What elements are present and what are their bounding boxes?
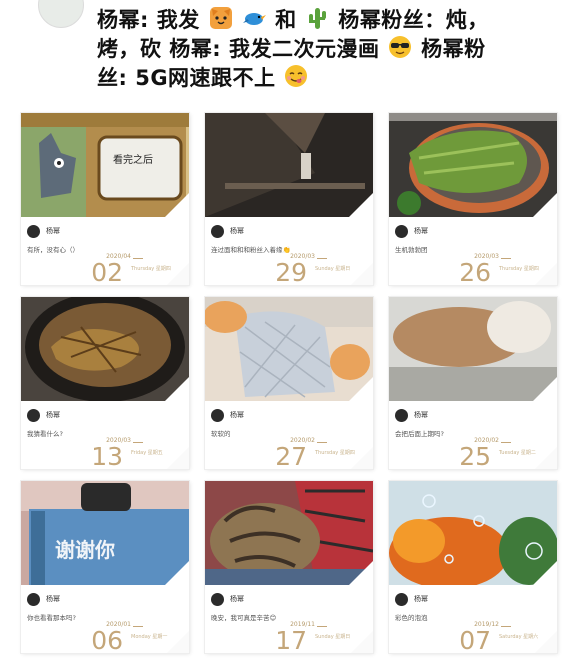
photo-dark-room-corner[interactable]	[205, 113, 373, 217]
savoring-food-emoji-icon	[285, 65, 308, 87]
card-day: 26	[459, 258, 491, 285]
page-fold-decoration	[533, 377, 557, 401]
card-author: 杨幂	[27, 223, 60, 239]
card-day: 07	[459, 626, 491, 653]
card-day: 02	[91, 258, 123, 285]
avatar[interactable]	[211, 592, 224, 606]
card-author: 杨幂	[395, 591, 428, 607]
date-divider	[133, 626, 143, 627]
avatar[interactable]	[395, 224, 408, 238]
post-text-line1b: 和	[275, 8, 297, 32]
avatar[interactable]	[395, 592, 408, 606]
post-body-text: 杨幂: 我发 和 杨幂粉丝：炖， 烤，砍 杨幂: 我发二次元漫画 杨幂粉 丝: …	[97, 6, 567, 93]
photo-card[interactable]: 杨幂 会把后面上期吗? 2020/02 25 Tuesday 星期二	[389, 297, 557, 469]
post-text-line1c: 杨幂粉丝：炖，	[338, 8, 489, 32]
card-caption: 有所，没有心（）	[27, 246, 79, 254]
card-author: 杨幂	[395, 223, 428, 239]
card-author: 杨幂	[211, 591, 244, 607]
date-divider	[133, 442, 143, 443]
poster-avatar[interactable]	[38, 0, 84, 28]
card-weekday: Saturday 星期六	[499, 634, 539, 640]
card-weekday: Thursday 星期四	[499, 266, 539, 272]
photo-card[interactable]: 杨幂 生机勃勃团 2020/03 26 Thursday 星期四	[389, 113, 557, 285]
page-fold-decoration	[165, 377, 189, 401]
date-divider	[501, 626, 511, 627]
avatar[interactable]	[27, 592, 40, 606]
bird-emoji-icon	[243, 13, 267, 25]
card-caption: 晚安，我可真是辛苦😊	[211, 614, 277, 622]
card-caption: 会把后面上期吗?	[395, 430, 444, 438]
avatar[interactable]	[211, 224, 224, 238]
card-day: 13	[91, 442, 123, 469]
post-text-line2: 烤，砍 杨幂: 我发二次元漫画	[97, 37, 380, 61]
date-divider	[317, 258, 327, 259]
photo-sleeping-cat[interactable]	[389, 297, 557, 401]
card-author: 杨幂	[27, 591, 60, 607]
photo-card[interactable]: 看完之后 杨幂 有所，没有心（） 2020/04 02 Thursday 星期四	[21, 113, 189, 285]
photo-card[interactable]: 杨幂 软软的 2020/02 27 Thursday 星期四	[205, 297, 373, 469]
sunglasses-emoji-icon	[389, 36, 412, 58]
card-weekday: Sunday 星期日	[315, 634, 351, 640]
cactus-emoji-icon	[309, 8, 327, 29]
page-fold-decoration	[349, 193, 373, 217]
card-weekday: Friday 星期五	[131, 450, 163, 456]
date-divider	[317, 626, 327, 627]
post-text-line1a: 杨幂: 我发	[97, 8, 200, 32]
page-fold-decoration	[349, 377, 373, 401]
page-fold-decoration	[165, 193, 189, 217]
card-caption: 彩色的泡泡	[395, 614, 428, 622]
photo-card[interactable]: 杨幂 连过面和和和粉丝入着缘👏 2020/03 29 Sunday 星期日	[205, 113, 373, 285]
photo-blue-book[interactable]: 谢谢你	[21, 481, 189, 585]
card-author: 杨幂	[27, 407, 60, 423]
card-weekday: Monday 星期一	[131, 634, 168, 640]
page-fold-decoration	[349, 561, 373, 585]
date-divider	[317, 442, 327, 443]
photo-card[interactable]: 杨幂 晚安，我可真是辛苦😊 2019/11 17 Sunday 星期日	[205, 481, 373, 653]
photo-cartoon-tv-scene[interactable]: 看完之后	[21, 113, 189, 217]
page-fold-decoration	[533, 193, 557, 217]
avatar[interactable]	[211, 408, 224, 422]
card-weekday: Thursday 星期四	[315, 450, 355, 456]
post-text-line3: 丝: 5G网速跟不上	[97, 66, 276, 90]
avatar[interactable]	[395, 408, 408, 422]
photo-potted-cactus[interactable]	[389, 113, 557, 217]
card-day: 29	[275, 258, 307, 285]
post-text-line2b: 杨幂粉	[421, 37, 486, 61]
photo-card[interactable]: 杨幂 彩色的泡泡 2019/12 07 Saturday 星期六	[389, 481, 557, 653]
svg-text:谢谢你: 谢谢你	[55, 538, 115, 562]
photo-card[interactable]: 杨幂 我猜看什么? 2020/03 13 Friday 星期五	[21, 297, 189, 469]
date-divider	[501, 442, 511, 443]
card-day: 27	[275, 442, 307, 469]
svg-text:看完之后: 看完之后	[113, 153, 153, 166]
card-weekday: Sunday 星期日	[315, 266, 351, 272]
card-caption: 我猜看什么?	[27, 430, 63, 438]
card-weekday: Thursday 星期四	[131, 266, 171, 272]
card-caption: 生机勃勃团	[395, 246, 428, 254]
card-weekday: Tuesday 星期二	[499, 450, 536, 456]
avatar[interactable]	[27, 408, 40, 422]
card-caption: 软软的	[211, 430, 231, 438]
card-day: 17	[275, 626, 307, 653]
card-author: 杨幂	[211, 407, 244, 423]
avatar[interactable]	[27, 224, 40, 238]
card-day: 06	[91, 626, 123, 653]
card-author: 杨幂	[211, 223, 244, 239]
cat-face-emoji-icon	[209, 7, 232, 29]
photo-baking-mitt[interactable]	[205, 297, 373, 401]
card-caption: 连过面和和和粉丝入着缘👏	[211, 246, 291, 254]
page-fold-decoration	[533, 561, 557, 585]
card-author: 杨幂	[395, 407, 428, 423]
card-caption: 你也看看那本吗?	[27, 614, 76, 622]
photo-pot-stew[interactable]	[21, 297, 189, 401]
date-divider	[133, 258, 143, 259]
photo-tabby-cat-blanket[interactable]	[205, 481, 373, 585]
date-divider	[501, 258, 511, 259]
photo-autumn-bubbles[interactable]	[389, 481, 557, 585]
card-day: 25	[459, 442, 491, 469]
photo-card[interactable]: 谢谢你 杨幂 你也看看那本吗? 2020/01 06 Monday 星期一	[21, 481, 189, 653]
page-fold-decoration	[165, 561, 189, 585]
